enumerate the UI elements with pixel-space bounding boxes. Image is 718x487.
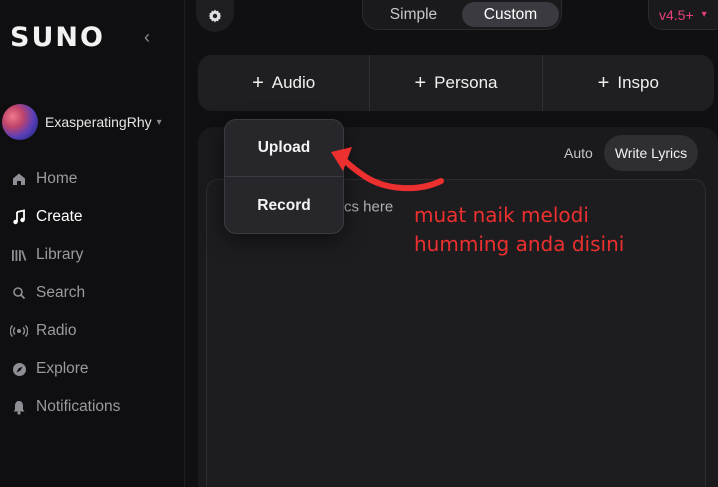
audio-dropdown-menu: Upload Record xyxy=(224,119,344,234)
mode-toggle: Simple Custom xyxy=(362,0,562,30)
chevron-down-icon: ▾ xyxy=(156,116,162,128)
plus-icon: + xyxy=(414,71,427,94)
add-persona-button[interactable]: + Persona xyxy=(370,55,543,111)
sidebar-item-library[interactable]: Library xyxy=(0,236,185,274)
lyrics-mode-auto[interactable]: Auto xyxy=(564,145,593,161)
menu-item-record[interactable]: Record xyxy=(225,177,343,233)
add-inspo-button[interactable]: + Inspo xyxy=(543,55,714,111)
chevron-left-icon[interactable]: ‹ xyxy=(144,28,150,46)
settings-button[interactable] xyxy=(196,0,234,32)
sidebar-item-notifications[interactable]: Notifications xyxy=(0,388,185,426)
sidebar-item-home[interactable]: Home xyxy=(0,160,185,198)
add-audio-label: Audio xyxy=(271,73,316,92)
compass-icon xyxy=(10,362,28,377)
sidebar-item-radio[interactable]: Radio xyxy=(0,312,185,350)
sidebar-item-label: Notifications xyxy=(36,398,121,415)
music-note-icon xyxy=(10,209,28,225)
sidebar-item-label: Library xyxy=(36,246,84,263)
sidebar: SUNO ‹ ExasperatingRhy ▾ Home Create Lib… xyxy=(0,0,185,487)
username: ExasperatingRhy xyxy=(45,114,152,130)
sidebar-item-create[interactable]: Create xyxy=(0,198,185,236)
sidebar-item-label: Home xyxy=(36,170,78,187)
lyrics-placeholder: cs here xyxy=(344,198,394,216)
bell-icon xyxy=(10,400,28,415)
annotation-line-2: humming anda disini xyxy=(414,232,625,256)
gear-icon xyxy=(208,9,222,23)
version-selector[interactable]: v4.5+ ▾ xyxy=(648,0,718,30)
user-profile[interactable]: ExasperatingRhy ▾ xyxy=(2,104,162,140)
add-persona-label: Persona xyxy=(434,73,498,92)
version-label: v4.5+ xyxy=(659,6,694,23)
home-icon xyxy=(10,172,28,186)
annotation-text: muat naik melodi humming anda disini xyxy=(414,201,624,259)
chevron-down-icon: ▾ xyxy=(701,9,707,20)
suno-logo[interactable]: SUNO xyxy=(10,22,105,53)
sidebar-item-label: Search xyxy=(36,284,86,301)
add-audio-button[interactable]: + Audio xyxy=(198,55,371,111)
annotation-line-1: muat naik melodi xyxy=(414,203,589,227)
sidebar-item-label: Radio xyxy=(36,322,77,339)
sidebar-item-search[interactable]: Search xyxy=(0,274,185,312)
mode-simple[interactable]: Simple xyxy=(365,2,462,27)
avatar[interactable] xyxy=(2,104,38,140)
plus-icon: + xyxy=(252,71,264,94)
search-icon xyxy=(10,286,28,300)
add-buttons-bar: + Audio + Persona + Inspo xyxy=(198,55,714,111)
radio-icon xyxy=(10,324,28,338)
menu-item-upload[interactable]: Upload xyxy=(225,120,343,177)
sidebar-item-label: Create xyxy=(36,208,83,225)
sidebar-item-explore[interactable]: Explore xyxy=(0,350,185,388)
sidebar-item-label: Explore xyxy=(36,360,89,377)
plus-icon: + xyxy=(597,71,610,94)
library-icon xyxy=(10,248,28,262)
sidebar-nav: Home Create Library Search Radio Explore… xyxy=(0,160,185,426)
add-inspo-label: Inspo xyxy=(617,73,659,92)
lyrics-mode-write[interactable]: Write Lyrics xyxy=(604,135,698,171)
mode-custom[interactable]: Custom xyxy=(462,2,559,27)
